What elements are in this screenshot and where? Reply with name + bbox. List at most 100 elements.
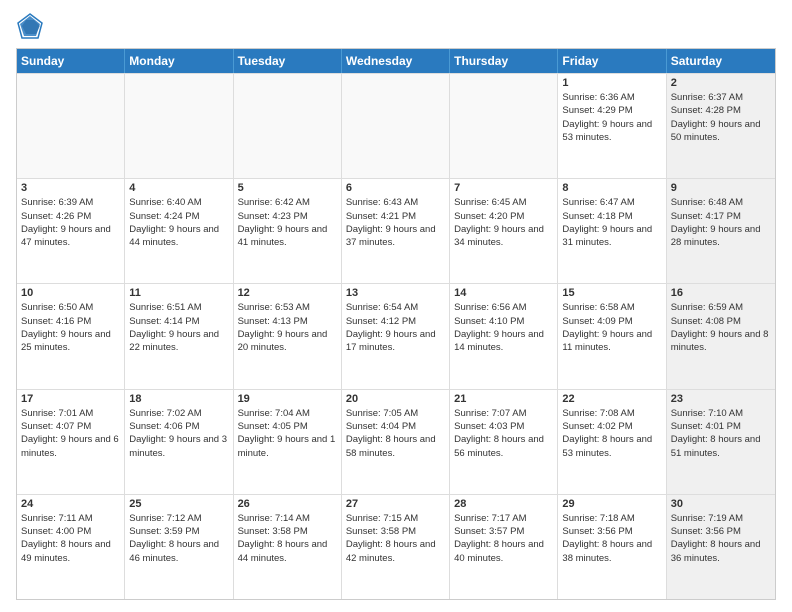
day-info: Sunrise: 7:17 AM Sunset: 3:57 PM Dayligh… — [454, 512, 553, 565]
day-number: 4 — [129, 182, 228, 194]
calendar-cell: 13 Sunrise: 6:54 AM Sunset: 4:12 PM Dayli… — [342, 284, 450, 388]
day-number: 27 — [346, 498, 445, 510]
calendar-cell: 14 Sunrise: 6:56 AM Sunset: 4:10 PM Dayli… — [450, 284, 558, 388]
calendar-cell: 3 Sunrise: 6:39 AM Sunset: 4:26 PM Daylig… — [17, 179, 125, 283]
day-info: Sunrise: 6:53 AM Sunset: 4:13 PM Dayligh… — [238, 301, 337, 354]
day-info: Sunrise: 6:50 AM Sunset: 4:16 PM Dayligh… — [21, 301, 120, 354]
calendar-cell: 2Sunrise: 6:37 AM Sunset: 4:28 PM Daylig… — [667, 74, 775, 178]
day-info: Sunrise: 7:15 AM Sunset: 3:58 PM Dayligh… — [346, 512, 445, 565]
day-info: Sunrise: 6:36 AM Sunset: 4:29 PM Dayligh… — [562, 91, 661, 144]
day-number: 19 — [238, 393, 337, 405]
day-number: 11 — [129, 287, 228, 299]
calendar-cell: 21Sunrise: 7:07 AM Sunset: 4:03 PM Dayli… — [450, 390, 558, 494]
calendar-header-cell: Monday — [125, 49, 233, 73]
calendar: SundayMondayTuesdayWednesdayThursdayFrid… — [16, 48, 776, 600]
calendar-cell: 11 Sunrise: 6:51 AM Sunset: 4:14 PM Dayli… — [125, 284, 233, 388]
calendar-cell: 25Sunrise: 7:12 AM Sunset: 3:59 PM Dayli… — [125, 495, 233, 599]
day-number: 17 — [21, 393, 120, 405]
day-info: Sunrise: 7:01 AM Sunset: 4:07 PM Dayligh… — [21, 407, 120, 460]
calendar-row: 10 Sunrise: 6:50 AM Sunset: 4:16 PM Dayli… — [17, 283, 775, 388]
day-info: Sunrise: 7:18 AM Sunset: 3:56 PM Dayligh… — [562, 512, 661, 565]
calendar-header-cell: Sunday — [17, 49, 125, 73]
day-info: Sunrise: 7:19 AM Sunset: 3:56 PM Dayligh… — [671, 512, 771, 565]
calendar-cell: 24 Sunrise: 7:11 AM Sunset: 4:00 PM Dayli… — [17, 495, 125, 599]
calendar-cell: 15 Sunrise: 6:58 AM Sunset: 4:09 PM Dayli… — [558, 284, 666, 388]
day-info: Sunrise: 6:58 AM Sunset: 4:09 PM Dayligh… — [562, 301, 661, 354]
logo — [16, 12, 48, 40]
calendar-cell — [234, 74, 342, 178]
calendar-body: 1 Sunrise: 6:36 AM Sunset: 4:29 PM Daylig… — [17, 73, 775, 599]
day-number: 1 — [562, 77, 661, 89]
day-info: Sunrise: 7:11 AM Sunset: 4:00 PM Dayligh… — [21, 512, 120, 565]
day-number: 20 — [346, 393, 445, 405]
day-number: 2 — [671, 77, 771, 89]
calendar-header-cell: Saturday — [667, 49, 775, 73]
day-number: 5 — [238, 182, 337, 194]
calendar-header-cell: Friday — [558, 49, 666, 73]
day-number: 9 — [671, 182, 771, 194]
day-number: 8 — [562, 182, 661, 194]
calendar-cell: 26Sunrise: 7:14 AM Sunset: 3:58 PM Dayli… — [234, 495, 342, 599]
day-info: Sunrise: 7:04 AM Sunset: 4:05 PM Dayligh… — [238, 407, 337, 460]
day-number: 6 — [346, 182, 445, 194]
calendar-cell: 5 Sunrise: 6:42 AM Sunset: 4:23 PM Daylig… — [234, 179, 342, 283]
day-number: 14 — [454, 287, 553, 299]
calendar-cell: 27 Sunrise: 7:15 AM Sunset: 3:58 PM Dayli… — [342, 495, 450, 599]
day-info: Sunrise: 6:39 AM Sunset: 4:26 PM Dayligh… — [21, 196, 120, 249]
day-info: Sunrise: 6:56 AM Sunset: 4:10 PM Dayligh… — [454, 301, 553, 354]
day-number: 26 — [238, 498, 337, 510]
calendar-row: 17 Sunrise: 7:01 AM Sunset: 4:07 PM Dayli… — [17, 389, 775, 494]
header — [16, 12, 776, 40]
day-info: Sunrise: 7:12 AM Sunset: 3:59 PM Dayligh… — [129, 512, 228, 565]
calendar-header-cell: Tuesday — [234, 49, 342, 73]
day-info: Sunrise: 7:02 AM Sunset: 4:06 PM Dayligh… — [129, 407, 228, 460]
day-info: Sunrise: 7:08 AM Sunset: 4:02 PM Dayligh… — [562, 407, 661, 460]
day-number: 21 — [454, 393, 553, 405]
day-info: Sunrise: 6:54 AM Sunset: 4:12 PM Dayligh… — [346, 301, 445, 354]
calendar-cell: 12Sunrise: 6:53 AM Sunset: 4:13 PM Dayli… — [234, 284, 342, 388]
calendar-cell: 18Sunrise: 7:02 AM Sunset: 4:06 PM Dayli… — [125, 390, 233, 494]
day-number: 16 — [671, 287, 771, 299]
calendar-cell: 28 Sunrise: 7:17 AM Sunset: 3:57 PM Dayli… — [450, 495, 558, 599]
day-number: 10 — [21, 287, 120, 299]
day-info: Sunrise: 7:10 AM Sunset: 4:01 PM Dayligh… — [671, 407, 771, 460]
day-info: Sunrise: 6:59 AM Sunset: 4:08 PM Dayligh… — [671, 301, 771, 354]
page: SundayMondayTuesdayWednesdayThursdayFrid… — [0, 0, 792, 612]
calendar-cell: 29Sunrise: 7:18 AM Sunset: 3:56 PM Dayli… — [558, 495, 666, 599]
day-info: Sunrise: 6:47 AM Sunset: 4:18 PM Dayligh… — [562, 196, 661, 249]
calendar-cell — [125, 74, 233, 178]
calendar-cell: 1 Sunrise: 6:36 AM Sunset: 4:29 PM Daylig… — [558, 74, 666, 178]
calendar-cell — [342, 74, 450, 178]
calendar-cell: 10 Sunrise: 6:50 AM Sunset: 4:16 PM Dayli… — [17, 284, 125, 388]
calendar-cell: 23 Sunrise: 7:10 AM Sunset: 4:01 PM Dayli… — [667, 390, 775, 494]
calendar-cell: 7Sunrise: 6:45 AM Sunset: 4:20 PM Daylig… — [450, 179, 558, 283]
calendar-cell: 19 Sunrise: 7:04 AM Sunset: 4:05 PM Dayli… — [234, 390, 342, 494]
calendar-header-cell: Wednesday — [342, 49, 450, 73]
calendar-cell: 30 Sunrise: 7:19 AM Sunset: 3:56 PM Dayli… — [667, 495, 775, 599]
day-info: Sunrise: 6:43 AM Sunset: 4:21 PM Dayligh… — [346, 196, 445, 249]
calendar-cell: 4 Sunrise: 6:40 AM Sunset: 4:24 PM Daylig… — [125, 179, 233, 283]
calendar-row: 3 Sunrise: 6:39 AM Sunset: 4:26 PM Daylig… — [17, 178, 775, 283]
calendar-cell — [17, 74, 125, 178]
day-info: Sunrise: 7:05 AM Sunset: 4:04 PM Dayligh… — [346, 407, 445, 460]
calendar-cell — [450, 74, 558, 178]
day-number: 24 — [21, 498, 120, 510]
calendar-cell: 8 Sunrise: 6:47 AM Sunset: 4:18 PM Daylig… — [558, 179, 666, 283]
calendar-cell: 6 Sunrise: 6:43 AM Sunset: 4:21 PM Daylig… — [342, 179, 450, 283]
day-number: 22 — [562, 393, 661, 405]
logo-icon — [16, 12, 44, 40]
calendar-cell: 16 Sunrise: 6:59 AM Sunset: 4:08 PM Dayli… — [667, 284, 775, 388]
day-number: 3 — [21, 182, 120, 194]
day-number: 30 — [671, 498, 771, 510]
day-info: Sunrise: 6:40 AM Sunset: 4:24 PM Dayligh… — [129, 196, 228, 249]
day-number: 28 — [454, 498, 553, 510]
day-info: Sunrise: 6:42 AM Sunset: 4:23 PM Dayligh… — [238, 196, 337, 249]
day-number: 7 — [454, 182, 553, 194]
day-number: 23 — [671, 393, 771, 405]
calendar-cell: 9Sunrise: 6:48 AM Sunset: 4:17 PM Daylig… — [667, 179, 775, 283]
calendar-header: SundayMondayTuesdayWednesdayThursdayFrid… — [17, 49, 775, 73]
calendar-cell: 20 Sunrise: 7:05 AM Sunset: 4:04 PM Dayli… — [342, 390, 450, 494]
day-number: 15 — [562, 287, 661, 299]
day-info: Sunrise: 6:51 AM Sunset: 4:14 PM Dayligh… — [129, 301, 228, 354]
day-number: 13 — [346, 287, 445, 299]
